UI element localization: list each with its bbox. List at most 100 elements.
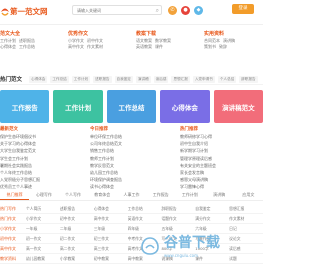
list-item[interactable]: 感恩父母演讲稿 [180, 176, 262, 183]
list-item[interactable]: 教师工作计划 [90, 155, 172, 162]
tab[interactable]: 个人写作 [58, 190, 87, 200]
grid-cell[interactable]: 作文素材 [229, 216, 263, 222]
list-item[interactable]: 公司年终总结范文 [90, 140, 172, 147]
category-link[interactable]: 高中作文 [68, 44, 84, 49]
grid-cell[interactable]: 三年级 [94, 226, 128, 232]
category-link[interactable]: 英语教案 [136, 44, 152, 49]
feature-card[interactable]: 工作报告 [0, 90, 50, 123]
grid-cell[interactable]: 话题作文 [161, 216, 195, 222]
search-icon[interactable]: ⌕ [156, 7, 159, 14]
category-link[interactable]: 小学作文 [68, 38, 84, 43]
grid-cell[interactable]: 思想汇报 [229, 206, 263, 212]
tag[interactable]: 述职报告 [93, 75, 112, 83]
category-link[interactable]: 工作计划 [0, 38, 16, 43]
list-item[interactable]: 入党积极分子思想汇报 [0, 176, 82, 183]
list-item[interactable]: 有关安全的主题班会 [180, 162, 262, 169]
tag[interactable]: 演讲稿 [135, 75, 151, 83]
tab[interactable]: 人事工作 [117, 190, 146, 200]
grid-cell[interactable]: 幼儿园教案 [26, 256, 60, 262]
grid-cell[interactable]: 小学教案 [60, 256, 94, 262]
grid-cell[interactable]: 心得体会 [94, 206, 128, 212]
grid-cell[interactable]: 英语作文 [128, 216, 162, 222]
grid-cell[interactable]: 五年级 [161, 226, 195, 232]
category-link[interactable]: 初中作文 [87, 38, 103, 43]
feature-card[interactable]: 心得体会 [160, 90, 210, 123]
category-link[interactable]: 致辞 [219, 44, 227, 49]
tab[interactable]: 心理写作 [29, 190, 58, 200]
list-item[interactable]: 教学反思范文 [90, 162, 172, 169]
category-link[interactable]: 工作总结 [19, 44, 35, 49]
site-logo[interactable]: 第一范文网 [0, 3, 70, 17]
grid-cell[interactable]: 自我鉴定 [195, 206, 229, 212]
grid-cell[interactable]: 初二作文 [60, 236, 94, 242]
list-item[interactable]: 学生会工作计划 [0, 155, 82, 162]
category-link[interactable]: 语文教案 [136, 38, 152, 43]
grid-cell[interactable]: 一年级 [26, 226, 60, 232]
grid-cell[interactable]: 初中作文 [60, 216, 94, 222]
grid-cell[interactable]: 高一作文 [26, 246, 60, 252]
list-item[interactable]: 大学生自我鉴定范文 [0, 147, 82, 154]
tag[interactable]: 工作总结 [50, 75, 69, 83]
list-item[interactable]: 单位环保工作总结 [90, 133, 172, 140]
weibo-icon[interactable]: ● [181, 5, 190, 15]
list-item[interactable]: 新学期学习计划 [180, 147, 262, 154]
feature-card[interactable]: 演讲稿范文 [213, 90, 264, 123]
list-item[interactable]: 保护生态环境倡议书 [0, 133, 82, 140]
category-title[interactable]: 范文大全 [0, 31, 58, 38]
grid-cell[interactable]: 初一作文 [26, 236, 60, 242]
tag[interactable]: 辞职报告 [239, 75, 258, 83]
tab[interactable]: 教育体会 [88, 190, 117, 200]
tab-hot[interactable]: 热门推荐 [0, 190, 30, 200]
grid-cell[interactable]: 高中作文 [94, 216, 128, 222]
tab[interactable]: 工作计划 [175, 190, 204, 200]
login-button[interactable]: 登录 [232, 4, 254, 14]
tab[interactable]: 应用文 [234, 190, 263, 200]
list-item[interactable]: 管理学原理读后感 [180, 155, 262, 162]
category-link[interactable]: 合同范本 [204, 38, 220, 43]
grid-cell[interactable]: 初中教案 [94, 256, 128, 262]
list-item[interactable]: 教师研修学习心得 [180, 133, 262, 140]
grid-cell[interactable]: 四年级 [128, 226, 162, 232]
category-link[interactable]: 述职报告 [19, 38, 35, 43]
grid-cell[interactable]: 个人简历 [26, 206, 60, 212]
tag[interactable]: 入党申请书 [192, 75, 215, 83]
tag[interactable]: 个人总结 [217, 75, 237, 83]
search-input[interactable] [73, 6, 151, 14]
grid-cell[interactable]: 满分作文 [195, 216, 229, 222]
grid-cell[interactable]: 高二作文 [60, 246, 94, 252]
list-item[interactable]: 暑期社会实践报告 [0, 162, 82, 169]
tag[interactable]: 自我鉴定 [114, 75, 133, 83]
grid-cell[interactable]: 工作总结 [128, 206, 162, 212]
feature-card[interactable]: 工作计划 [53, 90, 103, 123]
tag[interactable]: 心得体会 [29, 75, 48, 83]
grid-cell[interactable]: 高三作文 [94, 246, 128, 252]
tag[interactable]: 读后感 [153, 75, 169, 83]
tab[interactable]: 演讲稿 [205, 190, 234, 200]
list-item[interactable]: 销售工作总结 [90, 147, 172, 154]
grid-cell[interactable]: 六年级 [195, 226, 229, 232]
category-link[interactable]: 心得体会 [0, 44, 16, 49]
grid-cell[interactable]: 述职报告 [60, 206, 94, 212]
list-item[interactable]: 初中生自我介绍 [180, 140, 262, 147]
grid-cell[interactable]: 小学作文 [26, 216, 60, 222]
grid-cell[interactable]: 日记 [229, 226, 263, 232]
category-link[interactable]: 课件 [155, 44, 163, 49]
tag[interactable]: 工作计划 [71, 75, 91, 83]
category-link[interactable]: 作文素材 [87, 44, 103, 49]
category-link[interactable]: 策划书 [204, 44, 216, 49]
qq-icon[interactable]: ◆ [194, 5, 203, 15]
tag[interactable]: 思想汇报 [171, 75, 190, 83]
category-link[interactable]: 演讲稿 [223, 38, 235, 43]
category-title[interactable]: 教案下载 [136, 31, 194, 38]
list-item[interactable]: 个人年终工作总结 [0, 169, 82, 176]
list-item[interactable]: 关于学习的心得体会 [0, 140, 82, 147]
grid-cell[interactable]: 辞职报告 [161, 206, 195, 212]
list-item[interactable]: 环境保护调查报告 [90, 176, 172, 183]
category-title[interactable]: 优秀作文 [68, 31, 126, 38]
feature-card[interactable]: 工作总结 [106, 90, 157, 123]
category-title[interactable]: 实用资料 [204, 31, 262, 38]
phone-icon[interactable]: ✆ [168, 5, 177, 15]
tab[interactable]: 工作报告 [146, 190, 175, 200]
grid-cell[interactable]: 二年级 [60, 226, 94, 232]
category-link[interactable]: 数学教案 [155, 38, 171, 43]
